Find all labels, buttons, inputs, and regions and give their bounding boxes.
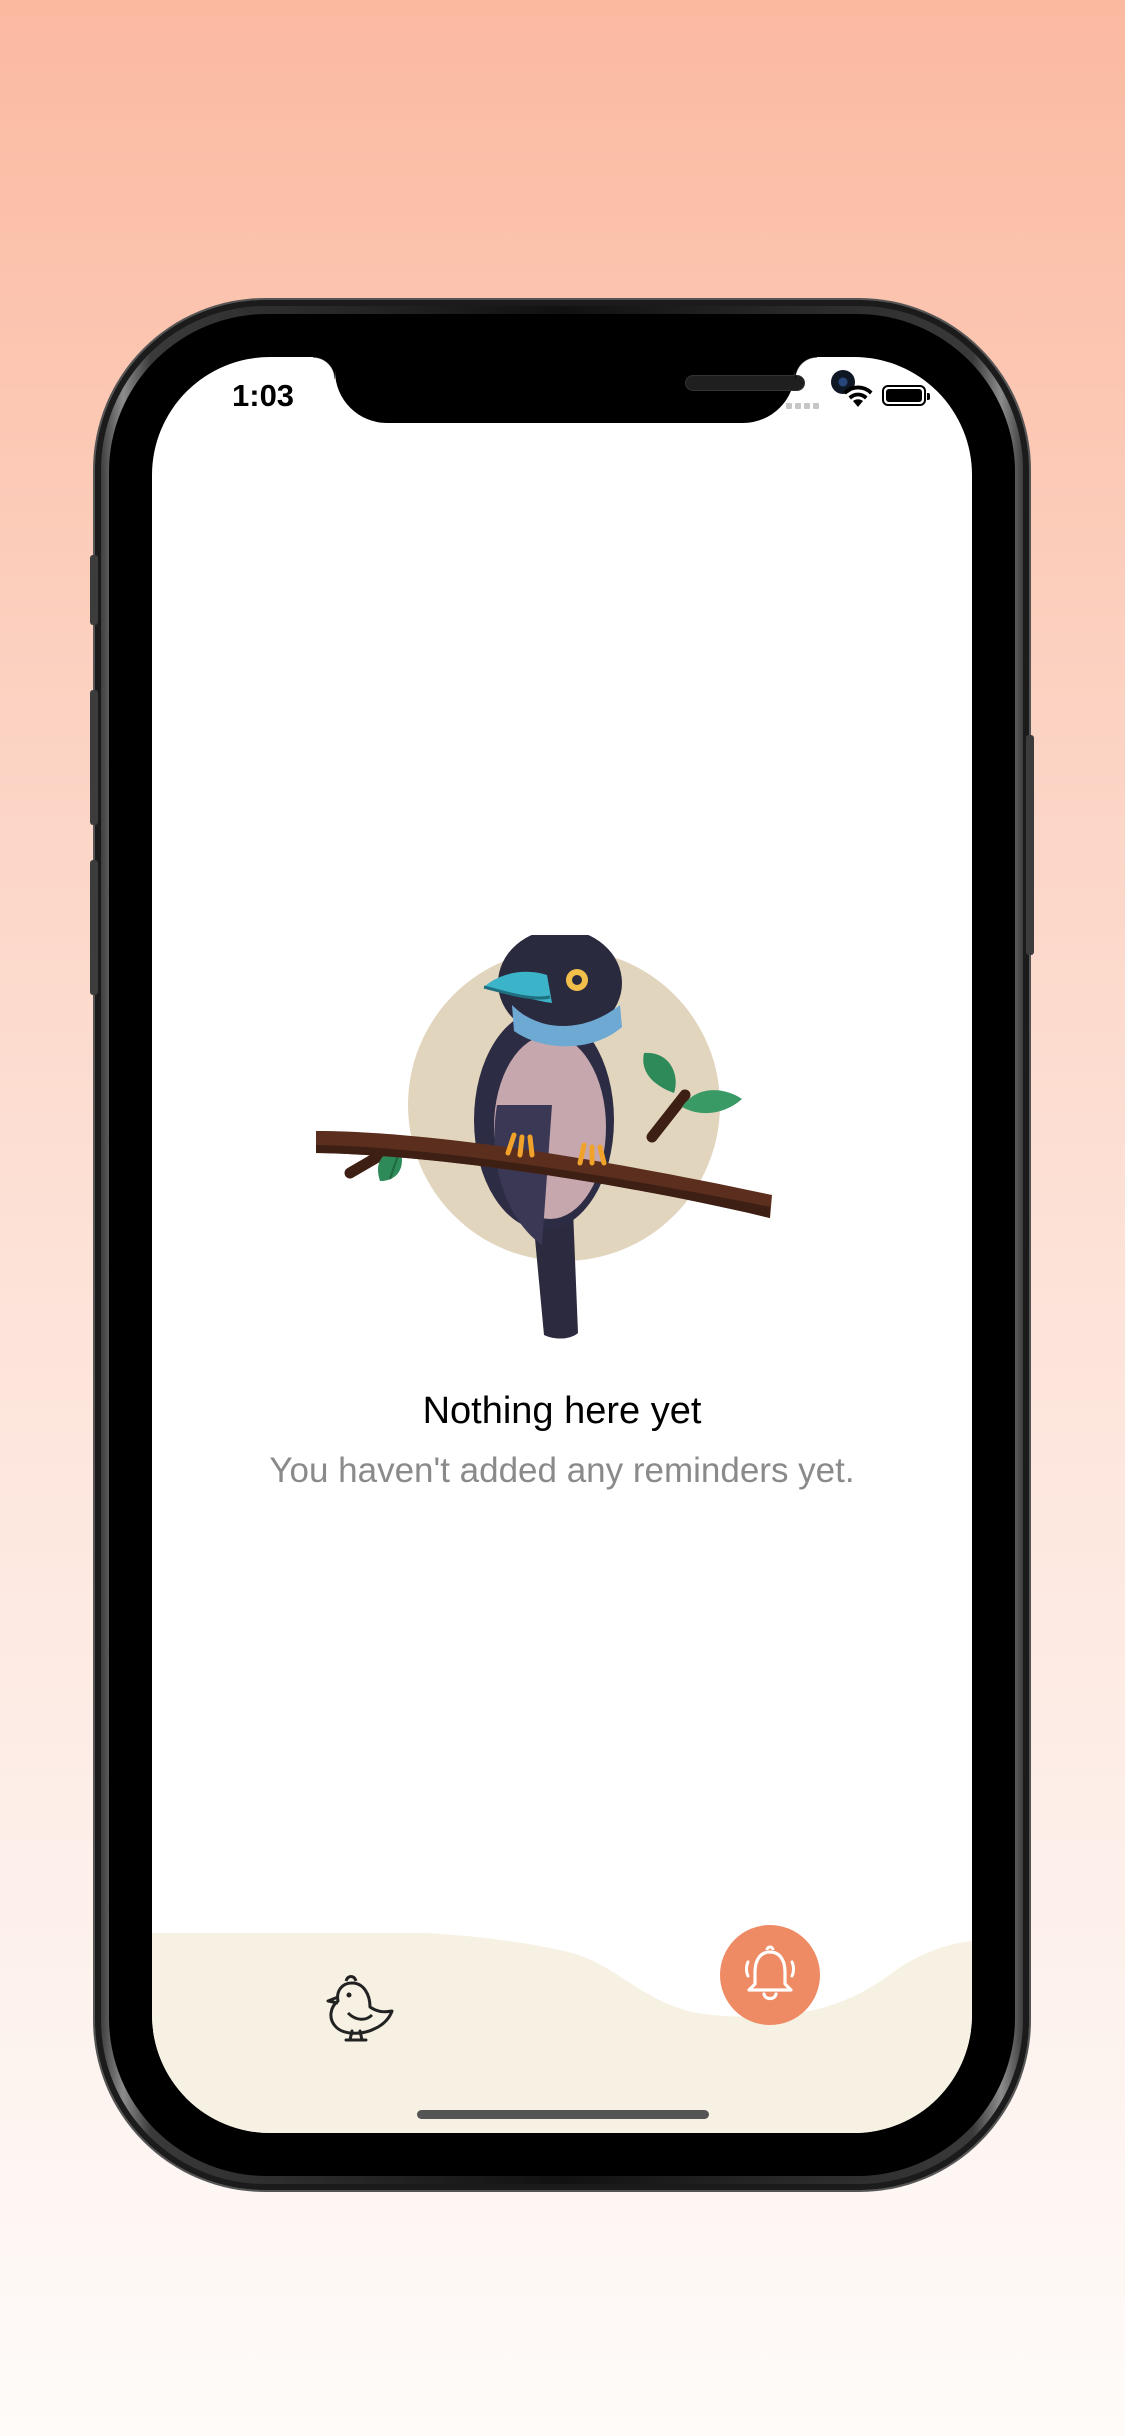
- volume-down-button: [90, 860, 98, 995]
- power-button: [1026, 735, 1034, 955]
- battery-icon: [882, 385, 930, 406]
- bell-icon: [745, 1945, 795, 2001]
- cellular-signal-icon: [786, 403, 819, 409]
- wifi-icon: [843, 385, 873, 407]
- status-time: 1:03: [232, 378, 295, 413]
- app-screen: 1:03 Nothing here yet You haven't added …: [152, 357, 972, 2133]
- tab-bar-background: [152, 1933, 972, 2133]
- reminders-tab-button[interactable]: [720, 1925, 820, 2025]
- silent-switch: [90, 555, 98, 625]
- status-indicators: [786, 379, 936, 415]
- bird-icon[interactable]: [322, 1973, 394, 2043]
- volume-up-button: [90, 690, 98, 825]
- empty-state-subtitle: You haven't added any reminders yet.: [269, 1451, 855, 1490]
- empty-state-title: Nothing here yet: [422, 1390, 702, 1432]
- home-indicator[interactable]: [417, 2110, 709, 2119]
- device-notch: [313, 357, 855, 423]
- bird-on-branch-illustration: [316, 935, 772, 1339]
